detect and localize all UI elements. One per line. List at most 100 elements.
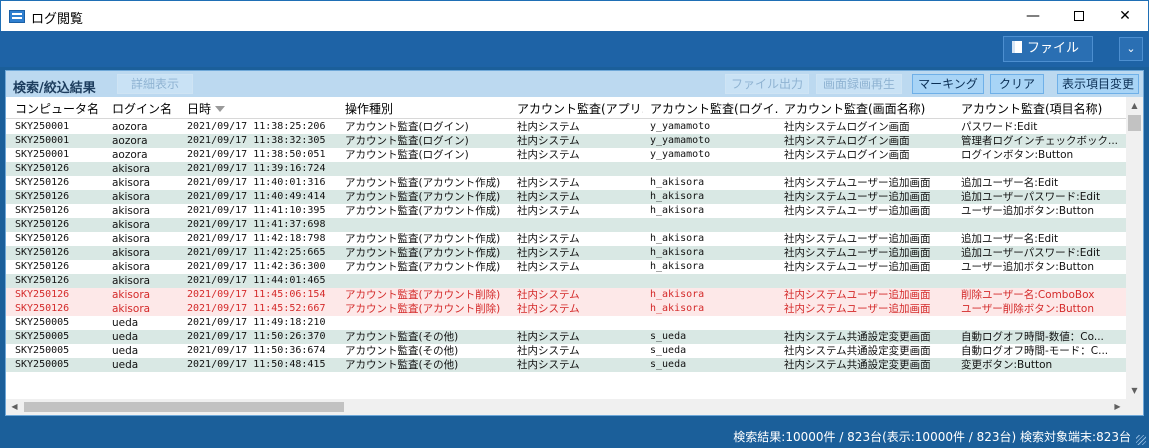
cell-datetime: 2021/09/17 11:38:25:206 xyxy=(187,121,326,132)
scroll-corner xyxy=(1126,399,1143,415)
cell-login-name: ueda xyxy=(112,317,139,329)
cell-item: 削除ユーザー名:ComboBox xyxy=(961,289,1095,301)
table-row[interactable]: SKY250005 ueda 2021/09/17 11:50:36:674 アカウン… xyxy=(6,344,1126,358)
cell-operation: アカウント監査(アカウント作成) xyxy=(345,261,501,273)
table-row[interactable]: SKY250005 ueda 2021/09/17 11:50:48:415 アカウン… xyxy=(6,358,1126,372)
table-row[interactable]: SKY250001 aozora 2021/09/17 11:38:50:051 アカ… xyxy=(6,148,1126,162)
cell-item: ログインボタン:Button xyxy=(961,149,1074,161)
cell-pc: SKY250005 xyxy=(15,359,70,370)
cell-login-name: ueda xyxy=(112,359,139,371)
cell-screen: 社内システムログイン画面 xyxy=(784,149,910,161)
column-header-screen[interactable]: アカウント監査(画面名称) xyxy=(784,100,925,117)
column-header-app[interactable]: アカウント監査(アプリ... xyxy=(517,100,643,117)
cell-login-account: h_akisora xyxy=(650,247,705,258)
status-text: 検索結果:10000件 / 823台(表示:10000件 / 823台) 検索対… xyxy=(733,430,1131,444)
scroll-right-icon[interactable]: ▶ xyxy=(1109,399,1126,415)
close-button[interactable]: ✕ xyxy=(1102,1,1148,32)
file-output-button[interactable]: ファイル出力 xyxy=(725,74,809,94)
horizontal-scrollbar[interactable]: ◀ ▶ xyxy=(6,399,1126,415)
cell-screen: 社内システムユーザー追加画面 xyxy=(784,177,931,189)
detail-button[interactable]: 詳細表示 xyxy=(117,74,193,94)
cell-app: 社内システム xyxy=(517,233,580,245)
cell-screen: 社内システム共通設定変更画面 xyxy=(784,345,931,357)
cell-screen: 社内システムユーザー追加画面 xyxy=(784,191,931,203)
cell-login-name: akisora xyxy=(112,247,151,259)
cell-login-name: akisora xyxy=(112,177,151,189)
cell-app: 社内システム xyxy=(517,261,580,273)
vertical-scrollbar[interactable]: ▲ ▼ xyxy=(1126,97,1143,399)
cell-datetime: 2021/09/17 11:50:26:370 xyxy=(187,331,326,342)
cell-screen: 社内システムログイン画面 xyxy=(784,135,910,147)
cell-datetime: 2021/09/17 11:50:36:674 xyxy=(187,345,326,356)
file-button[interactable]: ファイル xyxy=(1003,36,1093,62)
cell-item: パスワード:Edit xyxy=(961,121,1038,133)
toolbar: ファイル ⌄ xyxy=(0,31,1149,67)
cell-pc: SKY250126 xyxy=(15,205,70,216)
marking-button[interactable]: マーキング xyxy=(912,74,984,94)
cell-login-name: akisora xyxy=(112,163,151,175)
cell-app: 社内システム xyxy=(517,247,580,259)
cell-item: 自動ログオフ時間-モード：C... xyxy=(961,345,1109,357)
cell-app: 社内システム xyxy=(517,205,580,217)
cell-datetime: 2021/09/17 11:41:37:698 xyxy=(187,219,326,230)
scroll-up-icon[interactable]: ▲ xyxy=(1126,97,1143,114)
horizontal-scroll-thumb[interactable] xyxy=(24,402,344,412)
cell-login-name: akisora xyxy=(112,191,151,203)
table-row[interactable]: SKY250126 akisora 2021/09/17 11:40:49:414 ア… xyxy=(6,190,1126,204)
column-header-login-name[interactable]: ログイン名 xyxy=(112,100,172,117)
display-columns-button[interactable]: 表示項目変更 xyxy=(1057,74,1139,94)
column-header-item[interactable]: アカウント監査(項目名称) xyxy=(961,100,1102,117)
cell-datetime: 2021/09/17 11:45:52:667 xyxy=(187,303,326,314)
table-row[interactable]: SKY250005 ueda 2021/09/17 11:50:26:370 アカウン… xyxy=(6,330,1126,344)
cell-login-name: akisora xyxy=(112,219,151,231)
cell-operation: アカウント監査(その他) xyxy=(345,359,459,371)
table-row[interactable]: SKY250126 akisora 2021/09/17 11:40:01:316 ア… xyxy=(6,176,1126,190)
window-title: ログ閲覧 xyxy=(31,12,84,27)
cell-login-name: akisora xyxy=(112,303,151,315)
table-row[interactable]: SKY250126 akisora 2021/09/17 11:41:10:395 ア… xyxy=(6,204,1126,218)
cell-app: 社内システム xyxy=(517,359,580,371)
column-header-login-account[interactable]: アカウント監査(ログイ... xyxy=(650,100,778,117)
cell-operation: アカウント監査(ログイン) xyxy=(345,121,469,133)
table-row[interactable]: SKY250126 akisora 2021/09/17 11:42:18:798 ア… xyxy=(6,232,1126,246)
table-row[interactable]: SKY250126 akisora 2021/09/17 11:39:16:724 xyxy=(6,162,1126,176)
scroll-down-icon[interactable]: ▼ xyxy=(1126,382,1143,399)
cell-datetime: 2021/09/17 11:40:49:414 xyxy=(187,191,326,202)
cell-datetime: 2021/09/17 11:49:18:210 xyxy=(187,317,326,328)
cell-screen: 社内システムログイン画面 xyxy=(784,121,910,133)
cell-login-account: y_yamamoto xyxy=(650,121,711,132)
cell-item: ユーザー削除ボタン:Button xyxy=(961,303,1094,315)
collapse-button[interactable]: ⌄ xyxy=(1119,37,1143,61)
cell-operation: アカウント監査(アカウント削除) xyxy=(345,289,501,301)
cell-operation: アカウント監査(アカウント作成) xyxy=(345,191,501,203)
table-row[interactable]: SKY250005 ueda 2021/09/17 11:49:18:210 xyxy=(6,316,1126,330)
table-row[interactable]: SKY250126 akisora 2021/09/17 11:45:52:667 ア… xyxy=(6,302,1126,316)
screen-replay-button[interactable]: 画面録画再生 xyxy=(816,74,902,94)
cell-login-name: aozora xyxy=(112,121,148,133)
vertical-scroll-thumb[interactable] xyxy=(1128,115,1141,131)
cell-pc: SKY250005 xyxy=(15,345,70,356)
cell-login-account: h_akisora xyxy=(650,233,705,244)
clear-button[interactable]: クリア xyxy=(990,74,1044,94)
minimize-button[interactable]: — xyxy=(1010,1,1056,32)
table-row[interactable]: SKY250126 akisora 2021/09/17 11:42:25:665 ア… xyxy=(6,246,1126,260)
cell-operation: アカウント監査(ログイン) xyxy=(345,149,469,161)
log-grid[interactable]: コンピュータ名 ログイン名 日時 操作種別 アカウント監査(アプリ... アカウ… xyxy=(6,97,1126,399)
table-row[interactable]: SKY250126 akisora 2021/09/17 11:45:06:154 ア… xyxy=(6,288,1126,302)
table-row[interactable]: SKY250126 akisora 2021/09/17 11:44:01:465 xyxy=(6,274,1126,288)
cell-app: 社内システム xyxy=(517,303,580,315)
table-row[interactable]: SKY250126 akisora 2021/09/17 11:42:36:300 ア… xyxy=(6,260,1126,274)
maximize-button[interactable] xyxy=(1056,1,1102,32)
cell-datetime: 2021/09/17 11:44:01:465 xyxy=(187,275,326,286)
column-header-operation[interactable]: 操作種別 xyxy=(345,100,393,117)
column-header-datetime[interactable]: 日時 xyxy=(187,100,226,117)
resize-grip-icon[interactable] xyxy=(1136,435,1146,445)
column-header-pc[interactable]: コンピュータ名 xyxy=(15,100,99,117)
table-row[interactable]: SKY250126 akisora 2021/09/17 11:41:37:698 xyxy=(6,218,1126,232)
table-row[interactable]: SKY250001 aozora 2021/09/17 11:38:25:206 アカ… xyxy=(6,120,1126,134)
cell-operation: アカウント監査(ログイン) xyxy=(345,135,469,147)
table-row[interactable]: SKY250001 aozora 2021/09/17 11:38:32:305 アカ… xyxy=(6,134,1126,148)
scroll-left-icon[interactable]: ◀ xyxy=(6,399,23,415)
cell-operation: アカウント監査(アカウント作成) xyxy=(345,233,501,245)
panel-header: 検索/絞込結果 詳細表示 ファイル出力 画面録画再生 マーキング クリア 表示項… xyxy=(6,71,1143,97)
